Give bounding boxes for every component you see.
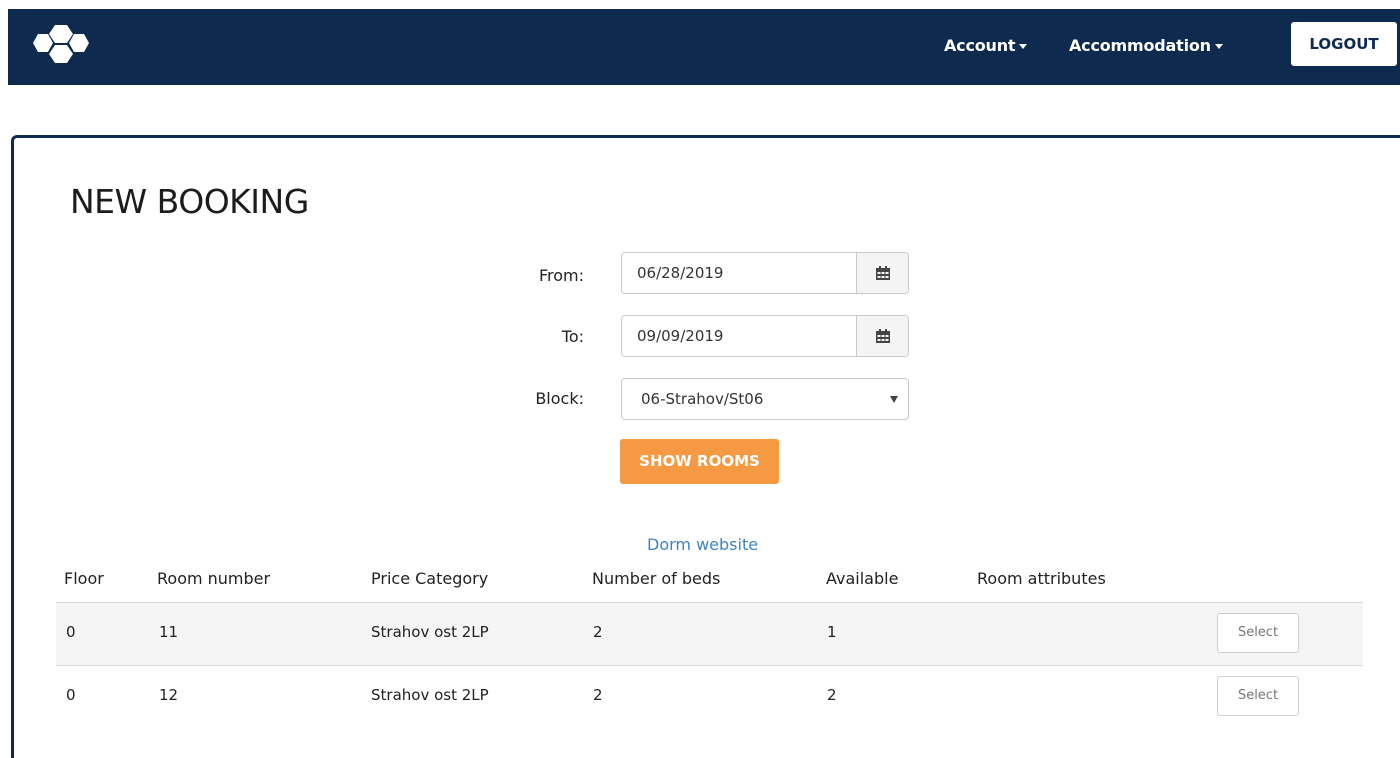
caret-down-icon [1214, 44, 1223, 49]
block-label: Block: [535, 389, 584, 408]
column-header-floor: Floor [64, 569, 104, 588]
to-calendar-button[interactable] [856, 316, 908, 356]
caret-down-icon [1019, 44, 1028, 49]
to-label: To: [561, 327, 584, 346]
show-rooms-button[interactable]: SHOW ROOMS [620, 439, 779, 484]
column-header-price-category: Price Category [371, 569, 489, 588]
cell-number-of-beds: 2 [593, 686, 603, 704]
page-title: NEW BOOKING [70, 182, 309, 221]
nav-accommodation-dropdown[interactable]: Accommodation [1069, 33, 1223, 59]
nav-account-label: Account [944, 36, 1016, 55]
cell-price-category: Strahov ost 2LP [371, 686, 489, 704]
column-header-room-attributes: Room attributes [977, 569, 1106, 588]
block-select[interactable]: 06-Strahov/St06 [621, 378, 909, 420]
dorm-website-link[interactable]: Dorm website [647, 535, 758, 554]
cell-available: 2 [827, 686, 837, 704]
table-row: 0 11 Strahov ost 2LP 2 1 Select [56, 602, 1363, 665]
cell-number-of-beds: 2 [593, 623, 603, 641]
table-row: 0 12 Strahov ost 2LP 2 2 Select [56, 665, 1363, 728]
cell-room-number: 11 [159, 623, 179, 641]
calendar-icon [875, 328, 890, 343]
select-room-button[interactable]: Select [1217, 676, 1299, 716]
select-room-button[interactable]: Select [1217, 613, 1299, 653]
from-label: From: [538, 266, 584, 285]
from-date-group [621, 252, 909, 294]
column-header-number-of-beds: Number of beds [592, 569, 721, 588]
cell-floor: 0 [66, 686, 76, 704]
column-header-room-number: Room number [157, 569, 271, 588]
chevron-down-icon [890, 396, 898, 403]
cell-available: 1 [827, 623, 837, 641]
calendar-icon [875, 265, 890, 280]
column-header-available: Available [826, 569, 899, 588]
cell-floor: 0 [66, 623, 76, 641]
logout-button[interactable]: LOGOUT [1291, 22, 1397, 66]
top-navbar: Account Accommodation LOGOUT [8, 9, 1400, 85]
nav-account-dropdown[interactable]: Account [944, 33, 1028, 59]
logo-hexagons-icon[interactable] [26, 25, 94, 69]
cell-price-category: Strahov ost 2LP [371, 623, 489, 641]
to-date-group [621, 315, 909, 357]
cell-room-number: 12 [159, 686, 179, 704]
nav-accommodation-label: Accommodation [1069, 36, 1211, 55]
from-calendar-button[interactable] [856, 253, 908, 293]
booking-card: NEW BOOKING From: To: [11, 135, 1400, 758]
block-select-value: 06-Strahov/St06 [641, 390, 764, 408]
from-date-input[interactable] [622, 253, 858, 293]
to-date-input[interactable] [622, 316, 858, 356]
